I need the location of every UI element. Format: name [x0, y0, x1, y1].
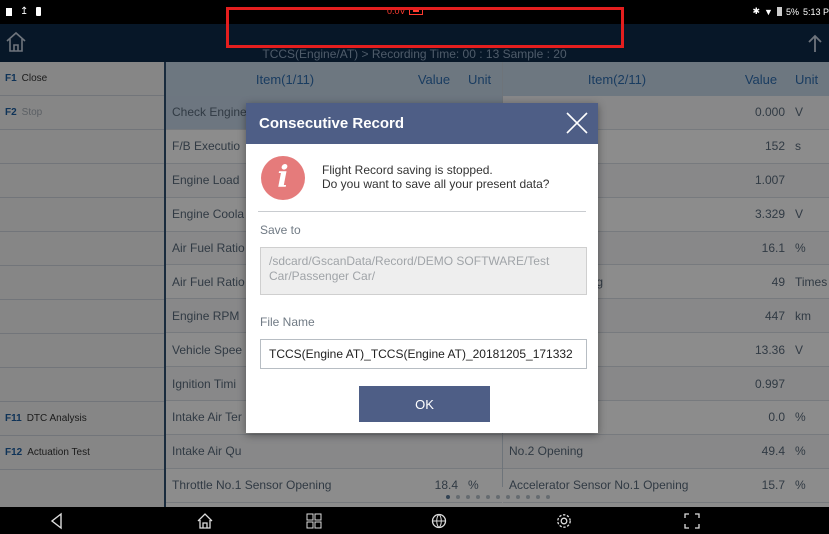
- ok-button[interactable]: OK: [359, 386, 490, 422]
- android-navigation-bar: [0, 507, 829, 534]
- back-icon[interactable]: [48, 512, 66, 530]
- dialog-message: Flight Record saving is stopped. Do you …: [322, 163, 549, 191]
- save-path-field: /sdcard/GscanData/Record/DEMO SOFTWARE/T…: [260, 247, 587, 295]
- dialog-header: Consecutive Record: [246, 103, 598, 144]
- dialog-message-row: i Flight Record saving is stopped. Do yo…: [258, 144, 586, 212]
- battery-small-icon: [36, 7, 42, 16]
- close-icon: [566, 112, 588, 134]
- consecutive-record-dialog: Consecutive Record i Flight Record savin…: [246, 103, 598, 433]
- app-window: ↥ 0.0V ✱ ▼ 5% 5:13 P TCCS(Engine/AT) > R…: [0, 0, 829, 534]
- dialog-title: Consecutive Record: [259, 115, 405, 132]
- settings-gear-icon[interactable]: [555, 512, 573, 530]
- battery-icon: [776, 7, 782, 16]
- battery-percent: 5%: [785, 6, 799, 17]
- wifi-icon: ▼: [764, 6, 773, 17]
- status-right-icons: ✱ ▼ 5% 5:13 P: [752, 6, 829, 17]
- home-nav-icon[interactable]: [196, 512, 214, 530]
- browser-icon[interactable]: [430, 512, 448, 530]
- dialog-close-button[interactable]: [564, 110, 590, 136]
- save-to-label: Save to: [260, 223, 301, 237]
- message-line-1: Flight Record saving is stopped.: [322, 163, 493, 177]
- status-left-icons: ↥: [6, 6, 42, 17]
- sim-icon: [6, 7, 12, 16]
- message-line-2: Do you want to save all your present dat…: [322, 177, 550, 191]
- file-name-label: File Name: [260, 315, 315, 329]
- bluetooth-icon: ✱: [752, 6, 761, 16]
- highlight-box: [226, 7, 624, 48]
- file-name-input[interactable]: [260, 339, 587, 369]
- usb-icon: ↥: [20, 6, 29, 17]
- screenshot-icon[interactable]: [683, 512, 701, 530]
- info-icon: i: [261, 156, 305, 200]
- recent-apps-icon[interactable]: [305, 512, 323, 530]
- clock: 5:13 P: [802, 6, 829, 17]
